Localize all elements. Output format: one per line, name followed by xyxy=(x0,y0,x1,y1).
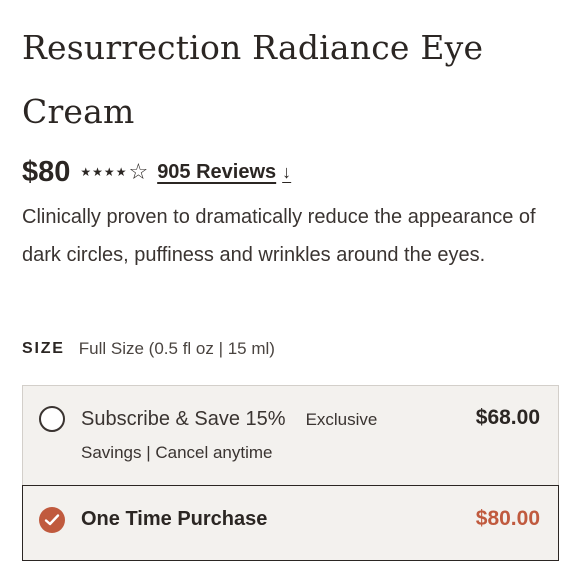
subscribe-line: Subscribe & Save 15% Exclusive xyxy=(81,408,377,431)
product-title: Resurrection Radiance Eye Cream xyxy=(22,28,484,131)
rating-stars: ★ ★ ★ ★ ☆ xyxy=(80,161,149,183)
one-time-label: One Time Purchase xyxy=(81,508,268,530)
star-icon: ★ xyxy=(115,165,127,179)
subscribe-exclusive: Exclusive xyxy=(305,410,378,429)
size-label: SIZE xyxy=(22,340,65,357)
product-description: Clinically proven to dramatically reduce… xyxy=(22,206,536,266)
radio-unselected-icon[interactable] xyxy=(39,406,65,432)
product-price: $80 xyxy=(22,155,71,188)
star-outline-icon: ☆ xyxy=(128,159,149,184)
subscribe-option[interactable]: Subscribe & Save 15% Exclusive Savings |… xyxy=(22,385,559,486)
subscribe-label: Subscribe & Save 15% xyxy=(81,408,286,430)
one-time-option[interactable]: One Time Purchase $80.00 xyxy=(22,485,559,561)
reviews-link[interactable]: 905 Reviews ↓ xyxy=(157,161,291,184)
size-row: SIZE Full Size (0.5 fl oz | 15 ml) xyxy=(22,336,275,362)
check-icon[interactable] xyxy=(39,507,65,533)
arrow-down-icon: ↓ xyxy=(282,161,292,182)
reviews-label: 905 Reviews xyxy=(157,160,277,183)
subscribe-price: $68.00 xyxy=(475,406,540,429)
price-rating-row: $80 ★ ★ ★ ★ ☆ 905 Reviews ↓ xyxy=(22,152,291,192)
star-icon: ★ xyxy=(103,165,115,179)
size-value: Full Size (0.5 fl oz | 15 ml) xyxy=(78,339,275,358)
one-time-price: $80.00 xyxy=(475,507,540,530)
star-icon: ★ xyxy=(80,165,92,179)
purchase-options: Subscribe & Save 15% Exclusive Savings |… xyxy=(22,385,559,561)
subscribe-details: Savings | Cancel anytime xyxy=(81,443,273,462)
star-icon: ★ xyxy=(92,165,103,179)
